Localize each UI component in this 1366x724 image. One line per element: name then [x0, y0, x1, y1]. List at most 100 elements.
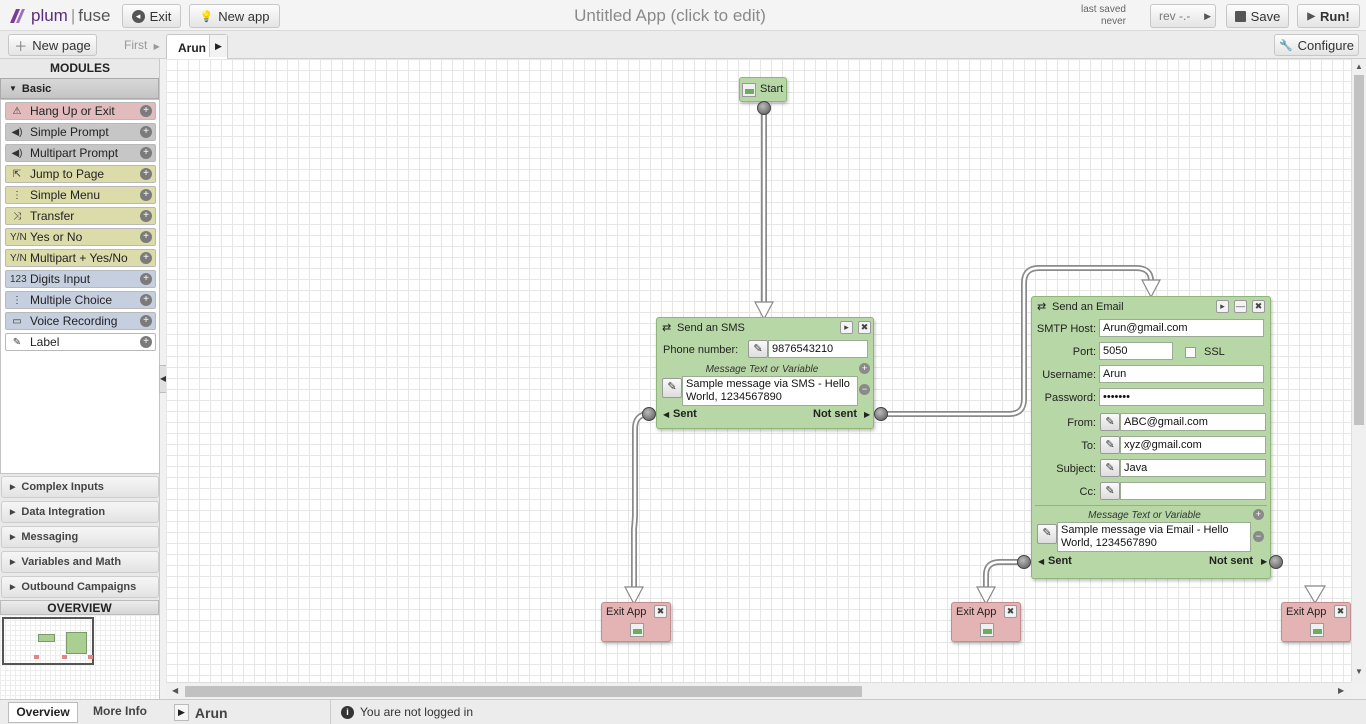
module-voice-recording[interactable]: ▭ Voice Recording +: [5, 312, 156, 330]
module-jump-to-page[interactable]: ⇱ Jump to Page +: [5, 165, 156, 183]
add-module-icon[interactable]: +: [140, 147, 152, 159]
sms-expand-button[interactable]: ▸: [840, 321, 853, 334]
last-saved-value: never: [1100, 16, 1126, 27]
exit-app-node[interactable]: Exit App ✖: [1281, 602, 1351, 642]
add-module-icon[interactable]: +: [140, 294, 152, 306]
email-sent-port[interactable]: [1017, 555, 1031, 569]
category-complex-inputs[interactable]: ▶ Complex Inputs: [1, 476, 159, 498]
username-field[interactable]: Arun: [1099, 365, 1264, 383]
scroll-thumb-vertical[interactable]: [1354, 75, 1364, 425]
category-messaging[interactable]: ▶ Messaging: [1, 526, 159, 548]
module-simple-menu[interactable]: ⋮ Simple Menu +: [5, 186, 156, 204]
configure-button[interactable]: 🔧 Configure: [1274, 34, 1359, 56]
scroll-up-icon[interactable]: ▲: [1355, 62, 1363, 71]
add-module-icon[interactable]: +: [140, 168, 152, 180]
flow-canvas[interactable]: Start ⇄ Send an SMS ▸ ✖ Phone number: ✎ …: [166, 59, 1351, 682]
start-output-port[interactable]: [757, 101, 771, 115]
scroll-right-icon[interactable]: ▶: [1338, 686, 1344, 695]
sms-message-field[interactable]: Sample message via SMS - Hello World, 12…: [682, 376, 858, 406]
vertical-scrollbar[interactable]: ▲ ▼: [1351, 59, 1366, 682]
category-variables-and-math[interactable]: ▶ Variables and Math: [1, 551, 159, 573]
save-button[interactable]: Save: [1226, 4, 1289, 28]
ssl-checkbox[interactable]: [1185, 347, 1196, 358]
cc-edit-button[interactable]: ✎: [1100, 482, 1120, 500]
email-message-edit-button[interactable]: ✎: [1037, 524, 1057, 544]
tab-more-info[interactable]: More Info: [84, 702, 156, 723]
email-remove-message-button[interactable]: −: [1253, 531, 1264, 542]
tab-arun[interactable]: Arun ▶: [166, 34, 228, 59]
exit-app-node[interactable]: Exit App ✖: [601, 602, 671, 642]
add-module-icon[interactable]: +: [140, 252, 152, 264]
module-digits-input[interactable]: 123 Digits Input +: [5, 270, 156, 288]
sms-close-button[interactable]: ✖: [858, 321, 871, 334]
to-field[interactable]: xyz@gmail.com: [1120, 436, 1266, 454]
exit-app-close-button[interactable]: ✖: [1004, 605, 1017, 618]
port-field[interactable]: 5050: [1099, 342, 1173, 360]
email-not-sent-port[interactable]: [1269, 555, 1283, 569]
sms-not-sent-port[interactable]: [874, 407, 888, 421]
send-sms-node[interactable]: ⇄ Send an SMS ▸ ✖ Phone number: ✎ 987654…: [656, 317, 874, 429]
basic-category-header[interactable]: ▼ Basic: [0, 78, 159, 99]
overview-minimap[interactable]: [0, 615, 159, 699]
module-multipart-yes-no[interactable]: Y/N Multipart + Yes/No +: [5, 249, 156, 267]
email-close-button[interactable]: ✖: [1252, 300, 1265, 313]
email-minimize-button[interactable]: —: [1234, 300, 1247, 313]
module-multipart-prompt[interactable]: ◀) Multipart Prompt +: [5, 144, 156, 162]
run-button[interactable]: ▶ Run!: [1297, 4, 1360, 28]
subject-edit-button[interactable]: ✎: [1100, 459, 1120, 477]
category-data-integration[interactable]: ▶ Data Integration: [1, 501, 159, 523]
add-module-icon[interactable]: +: [140, 315, 152, 327]
add-module-icon[interactable]: +: [140, 105, 152, 117]
subject-field[interactable]: Java: [1120, 459, 1266, 477]
phone-number-field[interactable]: 9876543210: [768, 340, 868, 358]
new-app-button[interactable]: 💡 New app: [189, 4, 280, 28]
from-edit-button[interactable]: ✎: [1100, 413, 1120, 431]
phone-edit-button[interactable]: ✎: [748, 340, 768, 358]
module-yes-or-no[interactable]: Y/N Yes or No +: [5, 228, 156, 246]
revision-select[interactable]: rev -.- ▶: [1150, 4, 1216, 28]
add-module-icon[interactable]: +: [140, 273, 152, 285]
sms-remove-message-button[interactable]: −: [859, 384, 870, 395]
scroll-thumb-horizontal[interactable]: [185, 686, 862, 697]
sms-sent-port[interactable]: [642, 407, 656, 421]
scroll-left-icon[interactable]: ◀: [172, 686, 178, 695]
start-node[interactable]: Start: [739, 77, 787, 102]
module-multiple-choice[interactable]: ⋮ Multiple Choice +: [5, 291, 156, 309]
send-email-node[interactable]: ⇄ Send an Email ▸ — ✖ SMTP Host: Arun@gm…: [1031, 296, 1271, 579]
from-field[interactable]: ABC@gmail.com: [1120, 413, 1266, 431]
password-field[interactable]: •••••••: [1099, 388, 1264, 406]
category-outbound-campaigns[interactable]: ▶ Outbound Campaigns: [1, 576, 159, 598]
info-icon: i: [341, 705, 354, 719]
scroll-down-icon[interactable]: ▼: [1355, 667, 1363, 676]
add-module-icon[interactable]: +: [140, 189, 152, 201]
exit-app-close-button[interactable]: ✖: [654, 605, 667, 618]
tab-arrow-icon[interactable]: ▶: [209, 35, 227, 57]
sms-add-message-button[interactable]: +: [859, 363, 870, 374]
plumfuse-logo[interactable]: plum | fuse: [6, 4, 110, 28]
tab-overview[interactable]: Overview: [8, 702, 78, 723]
new-page-button[interactable]: ＋ New page: [8, 34, 97, 56]
add-module-icon[interactable]: +: [140, 231, 152, 243]
module-label[interactable]: ✎ Label +: [5, 333, 156, 351]
email-add-message-button[interactable]: +: [1253, 509, 1264, 520]
exit-button[interactable]: ◂ Exit: [122, 4, 181, 28]
first-page-link[interactable]: First ▶: [124, 38, 160, 52]
to-edit-button[interactable]: ✎: [1100, 436, 1120, 454]
app-title[interactable]: Untitled App (click to edit): [540, 6, 800, 26]
email-message-field[interactable]: Sample message via Email - Hello World, …: [1057, 522, 1251, 552]
smtp-host-field[interactable]: Arun@gmail.com: [1099, 319, 1264, 337]
add-module-icon[interactable]: +: [140, 210, 152, 222]
module-simple-prompt[interactable]: ◀) Simple Prompt +: [5, 123, 156, 141]
sms-message-edit-button[interactable]: ✎: [662, 378, 682, 398]
exit-app-close-button[interactable]: ✖: [1334, 605, 1347, 618]
add-module-icon[interactable]: +: [140, 336, 152, 348]
email-expand-button[interactable]: ▸: [1216, 300, 1229, 313]
module-hang-up-or-exit[interactable]: ⚠ Hang Up or Exit +: [5, 102, 156, 120]
exit-app-node[interactable]: Exit App ✖: [951, 602, 1021, 642]
add-module-icon[interactable]: +: [140, 126, 152, 138]
module-transfer[interactable]: ⤨ Transfer +: [5, 207, 156, 225]
page-nav[interactable]: ▶ Arun: [170, 702, 320, 723]
horizontal-scrollbar[interactable]: ◀ ▶: [166, 682, 1351, 699]
cc-field[interactable]: [1120, 482, 1266, 500]
module-label: Jump to Page: [30, 167, 105, 181]
